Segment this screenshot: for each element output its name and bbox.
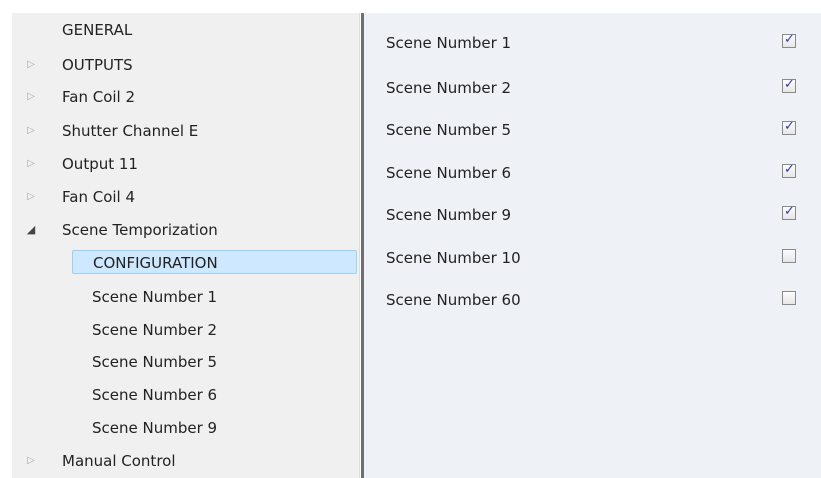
navigation-tree: GENERAL ▷ OUTPUTS ▷ Fan Coil 2 ▷ Shutter…: [12, 13, 360, 478]
checkmark-icon: ✓: [784, 162, 795, 177]
scene-label: Scene Number 1: [386, 34, 512, 52]
expand-arrow-icon[interactable]: ▷: [24, 449, 38, 473]
scene-row-60: Scene Number 60: [364, 288, 821, 312]
tree-item-label: Scene Number 6: [92, 386, 218, 404]
tree-item-shutter-channel-e[interactable]: ▷ Shutter Channel E: [27, 119, 199, 143]
tree-item-label: OUTPUTS: [62, 56, 133, 74]
tree-item-scene-number-1[interactable]: Scene Number 1: [92, 285, 217, 309]
tree-item-label: Fan Coil 4: [62, 188, 136, 206]
tree-item-scene-number-5[interactable]: Scene Number 5: [92, 350, 217, 374]
expand-arrow-icon[interactable]: ▷: [24, 185, 38, 209]
tree-item-label: Scene Temporization: [62, 221, 218, 239]
scene-label: Scene Number 2: [386, 79, 512, 97]
tree-item-configuration[interactable]: CONFIGURATION: [72, 250, 357, 274]
tree-item-label: GENERAL: [62, 21, 133, 39]
checkmark-icon: ✓: [784, 204, 795, 219]
tree-item-output-11[interactable]: ▷ Output 11: [27, 152, 138, 176]
expand-arrow-icon[interactable]: ▷: [24, 85, 38, 109]
tree-item-label: Scene Number 1: [92, 288, 218, 306]
scene-checkbox[interactable]: ✓: [782, 162, 796, 178]
tree-item-fan-coil-2[interactable]: ▷ Fan Coil 2: [27, 85, 136, 109]
tree-item-label: Fan Coil 2: [62, 88, 136, 106]
tree-item-scene-number-9[interactable]: Scene Number 9: [92, 416, 217, 440]
scene-checkbox[interactable]: ✓: [782, 32, 796, 48]
tree-item-label: Shutter Channel E: [62, 122, 199, 140]
scene-row-9: Scene Number 9 ✓: [364, 203, 821, 227]
tree-item-manual-control[interactable]: ▷ Manual Control: [27, 449, 176, 473]
tree-item-fan-coil-4[interactable]: ▷ Fan Coil 4: [27, 185, 136, 209]
tree-item-label: Output 11: [62, 155, 138, 173]
collapse-arrow-icon[interactable]: ◢: [24, 218, 38, 242]
scene-label: Scene Number 60: [386, 291, 521, 309]
checkmark-icon: ✓: [784, 32, 795, 47]
checkmark-icon: ✓: [784, 119, 795, 134]
scene-checkbox[interactable]: [782, 291, 796, 305]
scene-label: Scene Number 6: [386, 164, 512, 182]
scene-row-6: Scene Number 6 ✓: [364, 161, 821, 185]
scene-row-1: Scene Number 1 ✓: [364, 31, 821, 55]
scene-label: Scene Number 5: [386, 121, 512, 139]
tree-item-scene-number-2[interactable]: Scene Number 2: [92, 318, 217, 342]
expand-arrow-icon[interactable]: ▷: [24, 119, 38, 143]
scene-row-2: Scene Number 2 ✓: [364, 76, 821, 100]
tree-item-label: Manual Control: [62, 452, 176, 470]
tree-item-scene-number-6[interactable]: Scene Number 6: [92, 383, 217, 407]
scene-row-10: Scene Number 10: [364, 246, 821, 270]
expand-arrow-icon[interactable]: ▷: [24, 152, 38, 176]
tree-item-label: CONFIGURATION: [93, 254, 218, 272]
configuration-panel: Scene Number 1 ✓ Scene Number 2 ✓ Scene …: [364, 13, 821, 478]
scene-row-5: Scene Number 5 ✓: [364, 118, 821, 142]
scene-label: Scene Number 10: [386, 249, 521, 267]
scene-label: Scene Number 9: [386, 206, 512, 224]
scene-checkbox[interactable]: [782, 249, 796, 263]
tree-item-scene-temporization[interactable]: ◢ Scene Temporization: [27, 218, 218, 242]
tree-item-label: Scene Number 5: [92, 353, 218, 371]
expand-arrow-icon[interactable]: ▷: [24, 53, 38, 77]
checkmark-icon: ✓: [784, 77, 795, 92]
tree-item-general[interactable]: GENERAL: [62, 18, 132, 42]
scene-checkbox[interactable]: ✓: [782, 119, 796, 135]
tree-item-label: Scene Number 9: [92, 419, 218, 437]
scene-checkbox[interactable]: ✓: [782, 204, 796, 220]
tree-item-label: Scene Number 2: [92, 321, 218, 339]
tree-item-outputs[interactable]: ▷ OUTPUTS: [27, 53, 133, 77]
scene-checkbox[interactable]: ✓: [782, 77, 796, 93]
